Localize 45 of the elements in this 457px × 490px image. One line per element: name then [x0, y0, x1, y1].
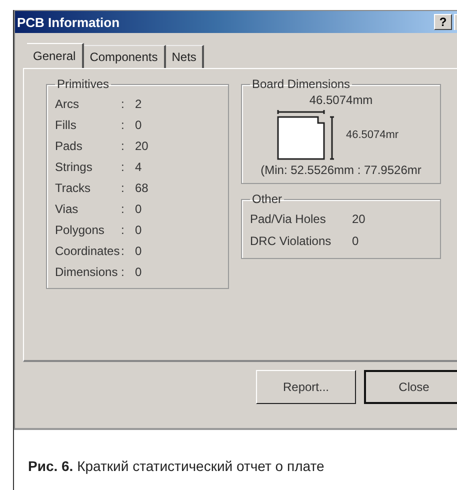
separator: : [121, 96, 126, 110]
row-label: Pads [55, 138, 84, 152]
row-value: 2 [135, 96, 143, 110]
separator: : [121, 180, 126, 194]
row-value: 68 [135, 180, 150, 194]
row-label: Coordinates [55, 244, 121, 258]
help-button[interactable]: ? [434, 14, 452, 30]
separator: : [121, 244, 126, 258]
dialog-button[interactable]: Close [364, 370, 457, 404]
row-value: 0 [135, 202, 143, 216]
window-title: PCB Information [17, 14, 121, 30]
dialog-button[interactable]: Report... [256, 370, 356, 404]
board-width: 46.5074mm [308, 93, 374, 107]
row-label: DRC Violations [250, 234, 332, 248]
row-label: Pad/Via Holes [250, 212, 327, 226]
row-label: Vias [55, 202, 80, 216]
minimum-size: (Min: 52.5526mm : 77.9526mr [260, 163, 422, 177]
row-label: Arcs [55, 96, 80, 110]
row-label: Dimensions [55, 264, 119, 278]
figure-caption: Рис. 6. Краткий статистический отчет о плате [28, 458, 326, 474]
board-height: 46.5074mr [346, 129, 399, 141]
tab[interactable]: General [27, 43, 84, 68]
separator: : [121, 138, 126, 152]
row-label: Tracks [55, 180, 92, 194]
separator: : [121, 222, 126, 236]
row-label: Strings [55, 160, 94, 174]
row-value: 20 [352, 212, 366, 226]
row-label: Polygons [55, 222, 106, 236]
row-label: Fills [55, 118, 78, 132]
row-value: 0 [135, 264, 143, 278]
tab[interactable]: Nets [166, 45, 204, 68]
tab[interactable]: Components [84, 45, 166, 68]
separator: : [121, 264, 126, 278]
separator: : [121, 160, 126, 174]
group-title: Board Dimensions [251, 77, 352, 91]
row-value: 0 [135, 222, 143, 236]
row-value: 0 [135, 244, 143, 258]
row-value: 0 [352, 234, 360, 248]
separator: : [121, 202, 126, 216]
group-title: Other [251, 192, 284, 206]
row-value: 20 [135, 138, 150, 152]
group-title: Primitives [56, 77, 110, 91]
separator: : [121, 118, 126, 132]
row-value: 4 [135, 160, 143, 174]
row-value: 0 [135, 118, 143, 132]
